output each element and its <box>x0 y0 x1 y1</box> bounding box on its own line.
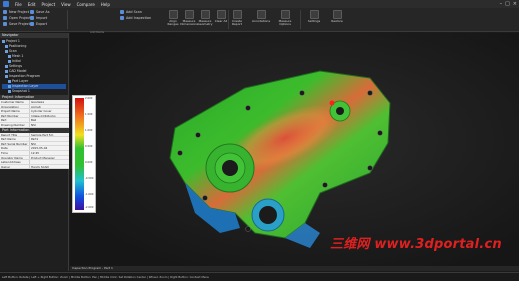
clear-icon <box>216 10 226 19</box>
save-icon <box>3 22 7 26</box>
add-inspection-button[interactable]: Add Inspection <box>120 16 151 20</box>
annotation-icon <box>256 10 266 19</box>
menu-edit[interactable]: Edit <box>28 2 36 7</box>
restore-button[interactable]: Restore <box>330 10 344 23</box>
app-logo-icon <box>3 1 9 7</box>
project-icon <box>2 40 5 43</box>
restore-icon <box>332 10 342 19</box>
export-button[interactable]: Export <box>30 22 47 26</box>
settings-icon <box>5 65 8 68</box>
menu-file[interactable]: File <box>15 2 22 7</box>
measure-dimensions-button[interactable]: Measure Dimensions <box>180 10 198 27</box>
initial-icon <box>8 60 11 63</box>
bore-hole <box>259 206 277 224</box>
create-report-button[interactable]: Create Report <box>230 10 244 27</box>
project-info-table: Customer Name Geodesia Organization Acmeti… <box>0 100 69 128</box>
snapshot-icon <box>8 90 11 93</box>
geometry-icon <box>200 10 210 19</box>
watermark: 三维网 www.3dportal.cn <box>330 237 502 252</box>
bore-hole <box>336 107 344 115</box>
measure-geometry-button[interactable]: Measure Geometry <box>198 10 213 27</box>
measure-icon <box>184 10 194 19</box>
inspection-icon <box>120 16 124 20</box>
ribbon-separator <box>300 10 301 29</box>
align-icon <box>168 10 178 19</box>
layer-icon <box>8 80 11 83</box>
folder-icon <box>3 16 7 20</box>
positioning-icon <box>5 45 8 48</box>
measure-options-button[interactable]: Measure Options <box>278 10 292 27</box>
layer-icon <box>8 85 11 88</box>
tree-item-snapshot[interactable]: Snapshot 1 <box>2 89 66 94</box>
app-window: File Edit Project View Compare Help – □ … <box>0 0 519 281</box>
export-icon <box>30 22 34 26</box>
minimize-icon[interactable]: – <box>500 1 503 7</box>
annotations-button[interactable]: Annotations <box>252 10 270 23</box>
left-panel: Navigator Project 1 Positioning Scan Mes… <box>0 33 69 271</box>
menu-compare[interactable]: Compare <box>77 2 95 7</box>
mesh-icon <box>8 55 11 58</box>
inspection-program-bar: Inspection Program - Part 1 <box>70 266 519 271</box>
import-icon <box>30 16 34 20</box>
maximize-icon[interactable]: □ <box>505 1 510 7</box>
ribbon-separator <box>67 10 68 29</box>
scan-icon <box>5 50 8 53</box>
menu-project[interactable]: Project <box>41 2 55 7</box>
import-button[interactable]: Import <box>30 16 47 20</box>
menu-bar: File Edit Project View Compare Help – □ … <box>0 0 519 8</box>
save-as-icon <box>30 10 34 14</box>
new-project-button[interactable]: New Project <box>3 10 29 14</box>
part-info-table: Report Title Sample Part 5m Part Name Part… <box>0 132 69 170</box>
add-scan-button[interactable]: Add Scan <box>120 10 142 14</box>
window-controls: – □ × <box>500 1 517 7</box>
bore-hole <box>222 160 238 176</box>
align-button[interactable]: Align Ranges <box>166 10 180 27</box>
menu-help[interactable]: Help <box>101 2 110 7</box>
report-icon <box>232 10 242 19</box>
status-bar: Left Button: Rotate | Left + Right Butto… <box>0 272 519 281</box>
save-as-button[interactable]: Save As <box>30 10 50 14</box>
options-icon <box>280 10 290 19</box>
table-row: Owner Handy SCAN <box>0 164 69 170</box>
ribbon-separator <box>228 10 229 29</box>
open-project-button[interactable]: Open Project <box>3 16 31 20</box>
scan-icon <box>120 10 124 14</box>
new-icon <box>3 10 7 14</box>
inspection-icon <box>5 75 8 78</box>
close-icon[interactable]: × <box>513 1 517 7</box>
settings-button[interactable]: Settings <box>307 10 321 23</box>
navigator-tree: Project 1 Positioning Scan Mesh 1 Initia… <box>0 38 68 95</box>
cad-icon <box>5 70 8 73</box>
measurement-marker <box>329 100 335 106</box>
clear-all-button[interactable]: Clear All <box>214 10 228 23</box>
menu-view[interactable]: View <box>61 2 71 7</box>
ribbon-toolbar: New Project Open Project Save Project Sa… <box>0 8 519 34</box>
settings-icon <box>309 10 319 19</box>
save-project-button[interactable]: Save Project <box>3 22 30 26</box>
